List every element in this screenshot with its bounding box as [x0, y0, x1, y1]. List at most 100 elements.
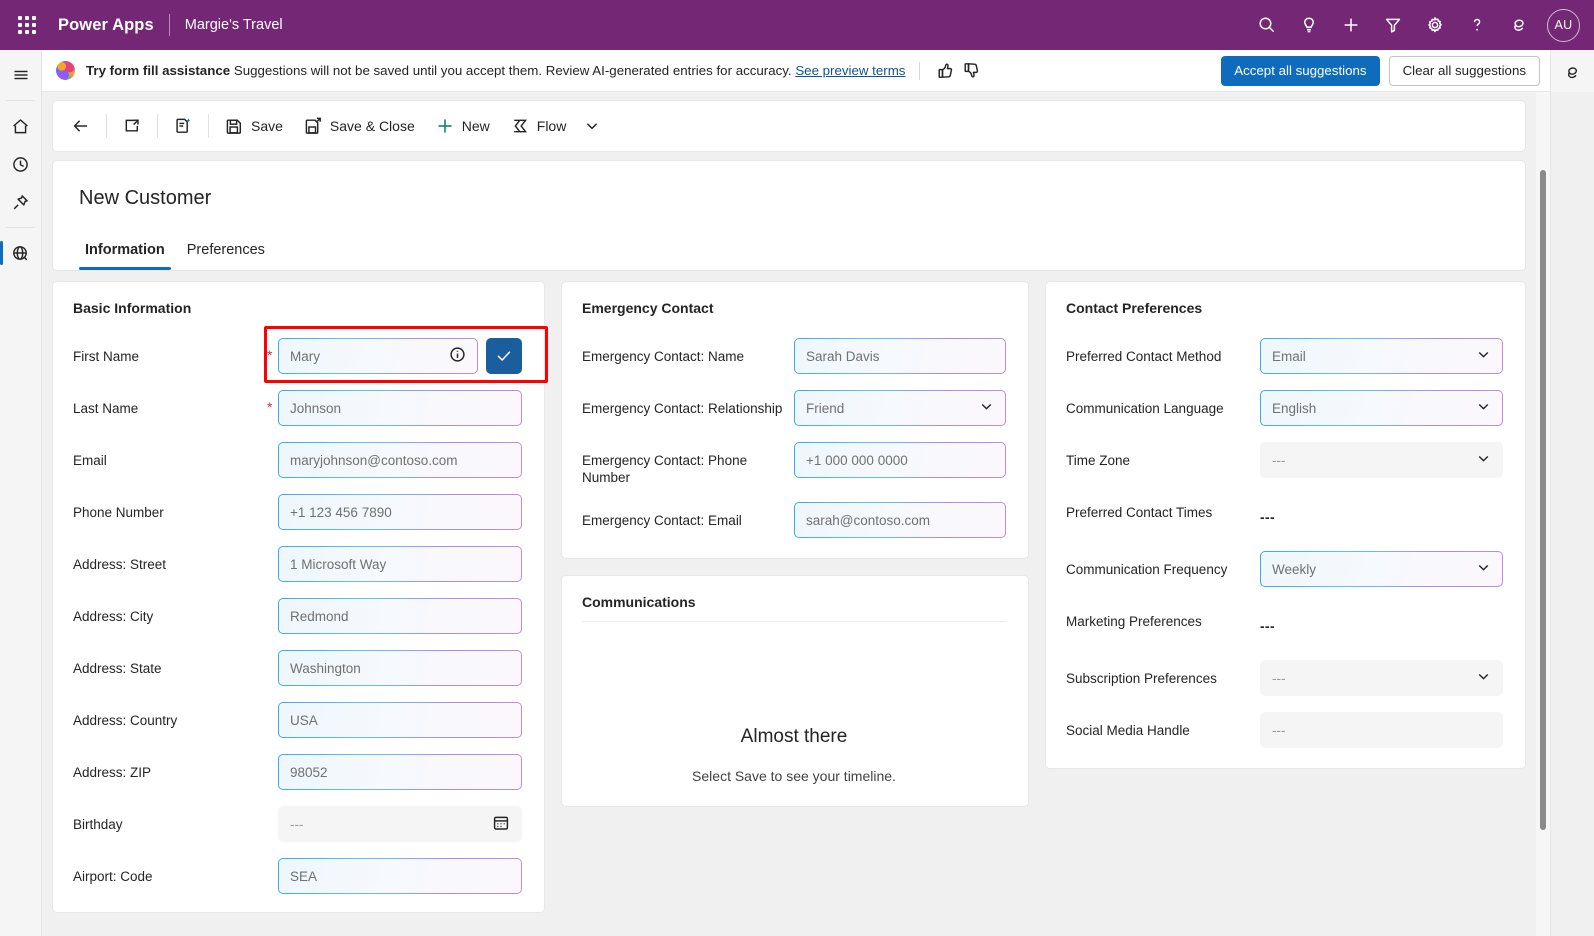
field-control: Email	[1260, 338, 1503, 374]
phone-number-value: +1 123 456 7890	[290, 505, 510, 520]
field-control: Sarah Davis	[794, 338, 1006, 374]
filter-icon[interactable]	[1373, 5, 1413, 45]
sidebar-item-pinned[interactable]	[0, 183, 41, 221]
emergency-contact-email-input[interactable]: sarah@contoso.com	[794, 502, 1006, 538]
accept-suggestion-button[interactable]	[486, 338, 522, 374]
flow-chevron-down-icon[interactable]	[576, 107, 608, 145]
section-title: Basic Information	[73, 300, 522, 316]
communication-frequency-value: Weekly	[1272, 562, 1470, 577]
app-name-label[interactable]: Margie's Travel	[185, 17, 283, 33]
save-button[interactable]: Save	[214, 107, 293, 145]
search-icon[interactable]	[1247, 5, 1287, 45]
new-button[interactable]: New	[425, 107, 500, 145]
field-address-city: Address: City Redmond	[73, 598, 522, 634]
calendar-icon[interactable]	[492, 814, 510, 835]
empty-state-subtitle: Select Save to see your timeline.	[692, 768, 896, 784]
field-label: Address: ZIP	[73, 754, 267, 781]
chevron-down-icon	[1476, 399, 1491, 417]
hamburger-menu-button[interactable]	[0, 56, 41, 94]
communication-frequency-select[interactable]: Weekly	[1260, 551, 1503, 587]
address-state-value: Washington	[290, 661, 510, 676]
address-city-value: Redmond	[290, 609, 510, 624]
field-control: ---	[1260, 660, 1503, 696]
sidebar-item-recent[interactable]	[0, 145, 41, 183]
app-launcher-button[interactable]	[8, 6, 46, 44]
tab-preferences[interactable]: Preferences	[179, 236, 273, 270]
column-basic-information: Basic Information First Name * Mary	[52, 281, 545, 936]
lightbulb-icon[interactable]	[1289, 5, 1329, 45]
clear-all-suggestions-button[interactable]: Clear all suggestions	[1389, 56, 1540, 86]
address-city-input[interactable]: Redmond	[278, 598, 522, 634]
last-name-input[interactable]: Johnson	[278, 390, 522, 426]
field-label: Phone Number	[73, 494, 267, 521]
address-street-input[interactable]: 1 Microsoft Way	[278, 546, 522, 582]
emergency-contact-relationship-value: Friend	[806, 401, 973, 416]
section-emergency-contact: Emergency Contact Emergency Contact: Nam…	[561, 281, 1029, 559]
command-bar: Save Save & Close New Flow	[52, 100, 1526, 152]
field-control: maryjohnson@contoso.com	[278, 442, 522, 478]
field-label: Airport: Code	[73, 858, 267, 885]
main-column: Try form fill assistance Suggestions wil…	[42, 50, 1594, 936]
thumbs-down-icon[interactable]	[958, 58, 984, 84]
field-control: sarah@contoso.com	[794, 502, 1006, 538]
flow-button[interactable]: Flow	[500, 107, 577, 145]
field-control: SEA	[278, 858, 522, 894]
see-preview-terms-link[interactable]: See preview terms	[795, 63, 905, 78]
form-fill-assistance-button[interactable]	[163, 107, 203, 145]
copilot-panel-icon[interactable]	[1560, 60, 1586, 86]
avatar[interactable]: AU	[1547, 9, 1580, 42]
back-button[interactable]	[61, 107, 101, 145]
social-media-handle-input[interactable]: ---	[1260, 712, 1503, 748]
subscription-preferences-select[interactable]: ---	[1260, 660, 1503, 696]
gear-icon[interactable]	[1415, 5, 1455, 45]
field-control: USA	[278, 702, 522, 738]
sidebar-item-customers[interactable]	[0, 234, 41, 272]
column-emergency-and-communications: Emergency Contact Emergency Contact: Nam…	[561, 281, 1029, 936]
field-label: Emergency Contact: Relationship	[582, 390, 794, 417]
address-state-input[interactable]: Washington	[278, 650, 522, 686]
vertical-scrollbar[interactable]	[1536, 92, 1550, 936]
emergency-contact-relationship-select[interactable]: Friend	[794, 390, 1006, 426]
field-preferred-contact-method: Preferred Contact Method Email	[1066, 338, 1503, 374]
address-zip-value: 98052	[290, 765, 510, 780]
emergency-contact-phone-input[interactable]: +1 000 000 0000	[794, 442, 1006, 478]
emergency-contact-name-input[interactable]: Sarah Davis	[794, 338, 1006, 374]
required-spacer	[267, 806, 278, 815]
time-zone-select[interactable]: ---	[1260, 442, 1503, 478]
subscription-preferences-value: ---	[1272, 671, 1470, 686]
preferred-contact-method-select[interactable]: Email	[1260, 338, 1503, 374]
help-icon[interactable]	[1457, 5, 1497, 45]
required-indicator: *	[267, 338, 278, 363]
banner-actions: Accept all suggestions Clear all suggest…	[1221, 56, 1540, 86]
field-emergency-contact-email: Emergency Contact: Email sarah@contoso.c…	[582, 502, 1006, 538]
brand-title[interactable]: Power Apps	[58, 16, 154, 35]
address-country-input[interactable]: USA	[278, 702, 522, 738]
field-control: +1 123 456 7890	[278, 494, 522, 530]
first-name-input[interactable]: Mary	[278, 338, 478, 374]
tab-information[interactable]: Information	[77, 236, 173, 270]
birthday-input[interactable]: ---	[278, 806, 522, 842]
left-navigation-rail	[0, 50, 42, 936]
accept-all-suggestions-button[interactable]: Accept all suggestions	[1221, 56, 1379, 86]
email-input[interactable]: maryjohnson@contoso.com	[278, 442, 522, 478]
plus-icon[interactable]	[1331, 5, 1371, 45]
airport-code-input[interactable]: SEA	[278, 858, 522, 894]
field-control: Weekly	[1260, 551, 1503, 587]
copilot-icon[interactable]	[1499, 5, 1539, 45]
app-shell: Try form fill assistance Suggestions wil…	[0, 50, 1594, 936]
field-social-media-handle: Social Media Handle ---	[1066, 712, 1503, 748]
save-and-close-button[interactable]: Save & Close	[293, 107, 425, 145]
sidebar-item-home[interactable]	[0, 107, 41, 145]
field-control: ---	[278, 806, 522, 842]
open-in-new-window-button[interactable]	[112, 107, 152, 145]
thumbs-up-icon[interactable]	[932, 58, 958, 84]
communication-language-select[interactable]: English	[1260, 390, 1503, 426]
phone-number-input[interactable]: +1 123 456 7890	[278, 494, 522, 530]
address-zip-input[interactable]: 98052	[278, 754, 522, 790]
field-control: 98052	[278, 754, 522, 790]
field-label: Preferred Contact Times	[1066, 494, 1260, 521]
field-time-zone: Time Zone ---	[1066, 442, 1503, 478]
scrollbar-thumb[interactable]	[1540, 170, 1546, 830]
field-control: +1 000 000 0000	[794, 442, 1006, 478]
info-icon[interactable]	[449, 346, 466, 366]
